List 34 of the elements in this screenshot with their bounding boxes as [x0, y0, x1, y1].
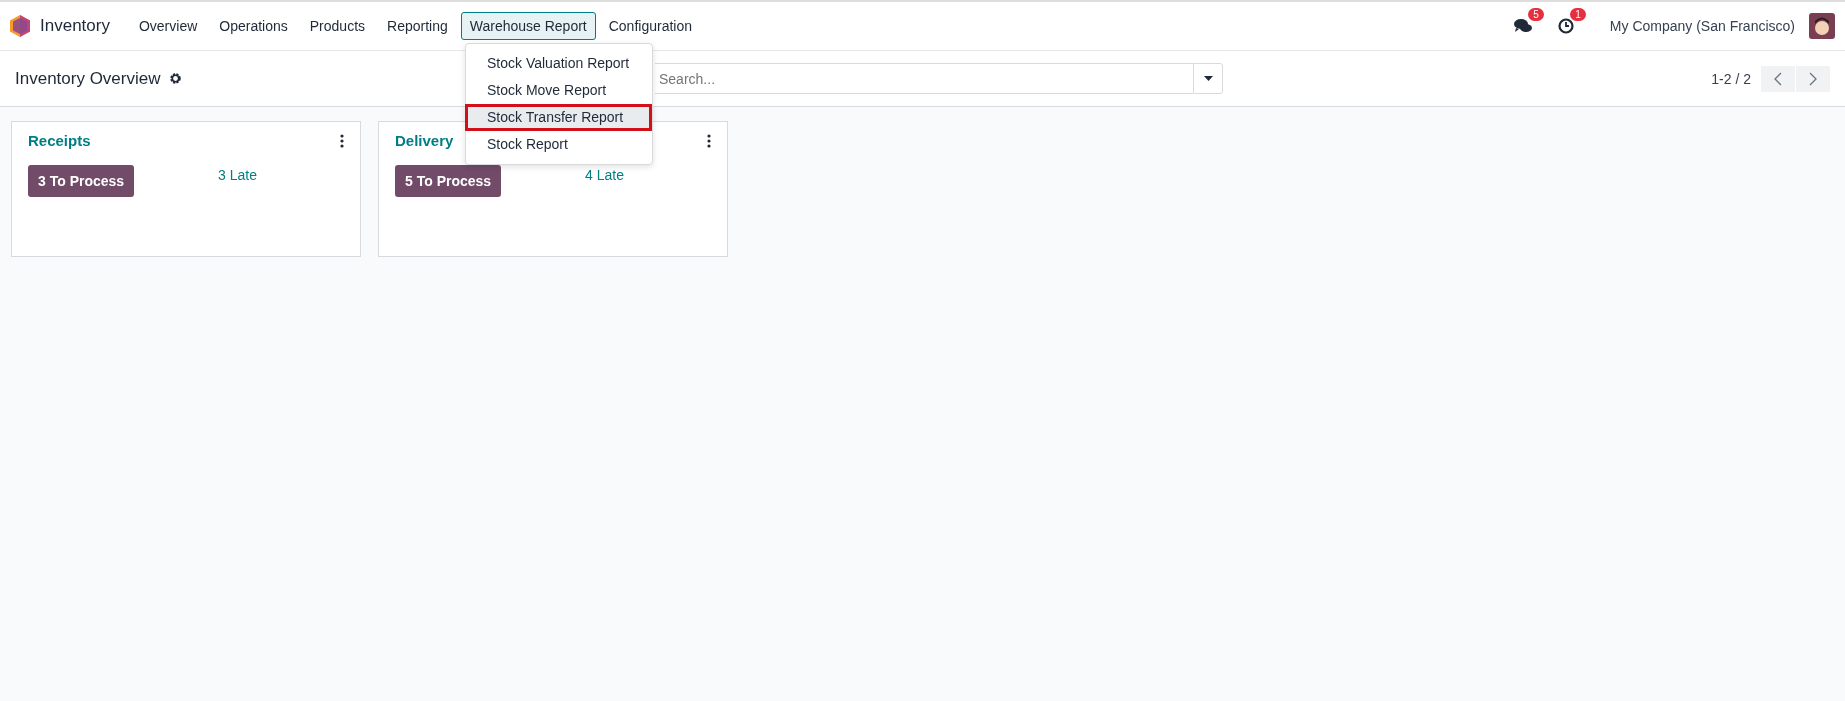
chevron-right-icon: [1809, 71, 1817, 86]
settings-icon[interactable]: [168, 72, 182, 85]
menu-item[interactable]: Reporting: [378, 12, 457, 40]
search-field[interactable]: Search...: [655, 63, 1193, 94]
company-switcher[interactable]: My Company (San Francisco): [1609, 18, 1795, 34]
to-process-button[interactable]: 5 To Process: [395, 165, 502, 197]
app-logo-icon[interactable]: [10, 15, 30, 37]
menu-item[interactable]: Overview: [129, 12, 207, 40]
menu-item[interactable]: Warehouse Report: [460, 12, 596, 40]
late-link[interactable]: 3 Late: [218, 167, 257, 183]
card-title[interactable]: Receipts: [28, 132, 91, 149]
kebab-menu-icon[interactable]: [340, 133, 344, 148]
to-process-button[interactable]: 3 To Process: [28, 165, 135, 197]
dropdown-item[interactable]: Stock Move Report: [465, 77, 652, 104]
kebab-menu-icon[interactable]: [707, 133, 711, 148]
avatar-icon[interactable]: [1809, 13, 1835, 39]
pager-value: 1-2 / 2: [1711, 70, 1751, 87]
card-title[interactable]: Delivery: [395, 132, 454, 149]
late-link[interactable]: 4 Late: [585, 167, 624, 183]
message-count-badge: 5: [1528, 8, 1544, 21]
dropdown-item[interactable]: Stock Valuation Report: [465, 50, 652, 77]
dropdown-item[interactable]: Stock Report: [465, 131, 652, 158]
page-title: Inventory Overview: [15, 68, 161, 89]
dropdown-item[interactable]: Stock Transfer Report: [465, 104, 652, 131]
app-name[interactable]: Inventory: [40, 16, 110, 36]
menu-item[interactable]: Products: [300, 12, 375, 40]
caret-icon: [1203, 76, 1213, 81]
chat-icon[interactable]: [1513, 18, 1532, 34]
search-options-toggle[interactable]: [1193, 63, 1223, 94]
chevron-left-icon: [1774, 71, 1782, 86]
clock-icon[interactable]: [1557, 18, 1574, 34]
menu-item[interactable]: Configuration: [599, 12, 701, 40]
menu-item[interactable]: Operations: [210, 12, 297, 40]
activity-count-badge: 1: [1570, 8, 1586, 21]
